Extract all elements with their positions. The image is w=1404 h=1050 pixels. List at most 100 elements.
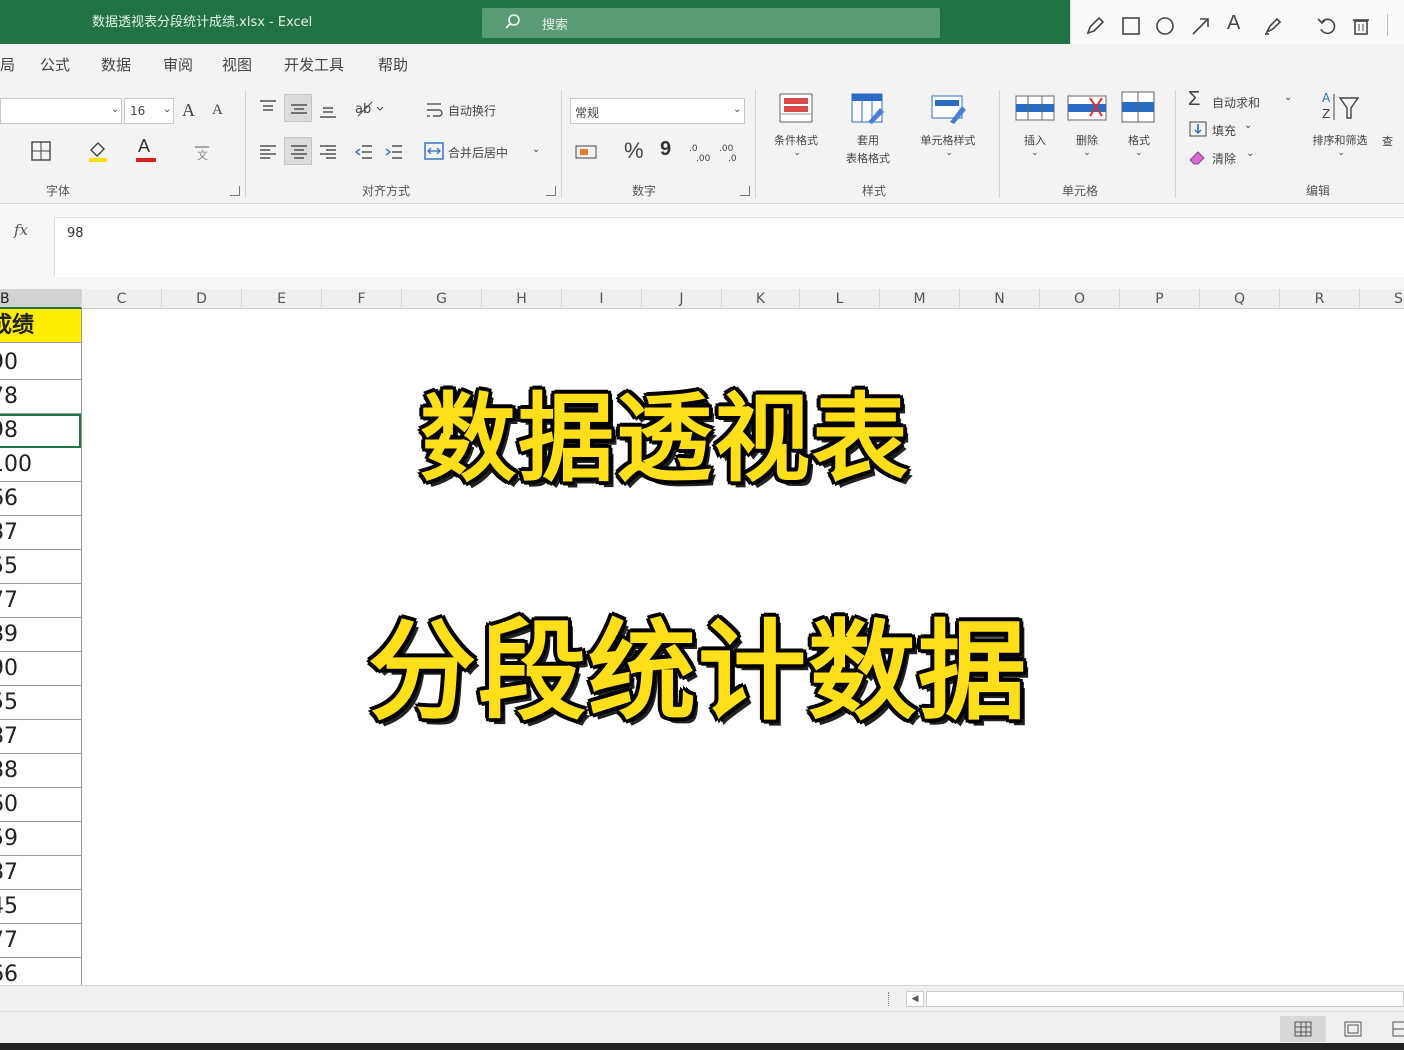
conditional-format-icon[interactable] — [778, 92, 814, 124]
alignment-dialog-launcher[interactable] — [546, 186, 556, 196]
list-item[interactable]: 59 — [0, 822, 81, 856]
list-item[interactable]: 87 — [0, 856, 81, 890]
wrap-text-button[interactable]: 自动换行 — [448, 102, 496, 119]
decrease-decimal-icon[interactable]: .00.0 — [718, 140, 742, 164]
worksheet-grid[interactable]: 成绩 90 78 98 100 66 87 55 77 89 90 55 87 … — [0, 309, 1404, 992]
column-header[interactable]: B — [0, 289, 82, 309]
phonetic-icon[interactable]: 文 — [192, 142, 212, 162]
align-top-icon[interactable] — [258, 98, 278, 118]
decrease-indent-icon[interactable] — [354, 142, 374, 162]
fx-icon[interactable]: fx — [14, 221, 28, 239]
formula-input[interactable]: 98 — [54, 217, 1404, 277]
horizontal-scrollbar[interactable] — [926, 991, 1404, 1007]
sort-filter-button[interactable]: 排序和筛选 — [1300, 132, 1380, 148]
align-center-button[interactable] — [284, 137, 312, 165]
tab-view[interactable]: 视图 — [222, 54, 252, 75]
borders-icon[interactable] — [30, 140, 52, 162]
number-format-box[interactable]: 常规 ⌄ — [570, 98, 745, 124]
eraser-icon[interactable] — [1188, 148, 1208, 166]
clear-button[interactable]: 清除 — [1212, 150, 1236, 167]
autosum-button[interactable]: 自动求和 — [1212, 94, 1260, 111]
orientation-icon[interactable]: ab — [354, 98, 384, 118]
column-header[interactable]: Q — [1200, 289, 1280, 309]
normal-view-button[interactable] — [1280, 1016, 1326, 1042]
tab-review[interactable]: 审阅 — [163, 54, 193, 75]
format-as-table-line2[interactable]: 表格格式 — [826, 150, 910, 166]
column-header[interactable]: G — [402, 289, 482, 309]
scroll-left-icon[interactable]: ◀ — [906, 991, 924, 1007]
font-color-icon[interactable]: A — [134, 136, 158, 164]
list-item[interactable]: 87 — [0, 516, 81, 550]
text-icon[interactable]: A — [1227, 12, 1251, 36]
column-header[interactable]: L — [800, 289, 880, 309]
sort-filter-icon[interactable]: AZ — [1318, 88, 1362, 126]
tab-splitter[interactable] — [888, 992, 890, 1006]
page-break-icon[interactable] — [1392, 1021, 1404, 1037]
column-header[interactable]: N — [960, 289, 1040, 309]
tab-developer[interactable]: 开发工具 — [284, 54, 344, 75]
marker-icon[interactable] — [1261, 14, 1285, 38]
fill-down-icon[interactable] — [1188, 120, 1208, 138]
fill-color-icon[interactable] — [86, 138, 110, 164]
insert-cells-icon[interactable] — [1014, 92, 1056, 124]
align-right-icon[interactable] — [318, 142, 338, 162]
arrow-icon[interactable] — [1189, 14, 1213, 38]
column-header[interactable]: K — [722, 289, 800, 309]
fill-button[interactable]: 填充 — [1212, 122, 1236, 139]
merge-center-icon[interactable] — [423, 140, 445, 162]
align-middle-button[interactable] — [284, 94, 312, 122]
find-select-button[interactable]: 查 — [1382, 133, 1393, 149]
list-item[interactable]: 89 — [0, 618, 81, 652]
list-item[interactable]: 55 — [0, 686, 81, 720]
column-header[interactable]: D — [162, 289, 242, 309]
font-dialog-launcher[interactable] — [230, 186, 240, 196]
font-name-box[interactable]: ⌄ — [0, 98, 122, 124]
conditional-format-button[interactable]: 条件格式 — [764, 132, 828, 148]
list-item[interactable]: 100 — [0, 448, 81, 482]
cell-styles-button[interactable]: 单元格样式 — [906, 132, 990, 148]
align-bottom-icon[interactable] — [318, 100, 338, 120]
column-header[interactable]: J — [642, 289, 722, 309]
list-item[interactable]: 90 — [0, 652, 81, 686]
insert-button[interactable]: 插入 — [1010, 132, 1060, 148]
column-b-header-cell[interactable]: 成绩 — [0, 309, 81, 343]
column-header[interactable]: E — [242, 289, 322, 309]
shrink-font-button[interactable]: A — [212, 102, 223, 119]
format-as-table-line1[interactable]: 套用 — [836, 132, 900, 148]
tab-help[interactable]: 帮助 — [378, 54, 408, 75]
number-dialog-launcher[interactable] — [740, 186, 750, 196]
list-item[interactable]: 87 — [0, 720, 81, 754]
rectangle-icon[interactable] — [1119, 14, 1143, 38]
increase-indent-icon[interactable] — [384, 142, 404, 162]
currency-icon[interactable] — [574, 142, 600, 162]
column-header[interactable]: M — [880, 289, 960, 309]
comma-button[interactable]: 9 — [660, 138, 671, 161]
list-item[interactable]: 78 — [0, 380, 81, 414]
list-item[interactable]: 66 — [0, 482, 81, 516]
column-header[interactable]: I — [562, 289, 642, 309]
column-header[interactable]: P — [1120, 289, 1200, 309]
column-header[interactable]: S — [1360, 289, 1404, 309]
font-size-box[interactable]: 16 ⌄ — [124, 98, 174, 124]
circle-icon[interactable] — [1153, 14, 1177, 38]
list-item[interactable]: 88 — [0, 754, 81, 788]
format-button[interactable]: 格式 — [1114, 132, 1164, 148]
percent-button[interactable]: % — [624, 138, 644, 164]
grow-font-button[interactable]: A — [182, 100, 195, 121]
active-cell[interactable]: 98 — [0, 414, 81, 448]
merge-center-button[interactable]: 合并后居中 — [448, 144, 508, 161]
tab-formulas[interactable]: 公式 — [40, 54, 70, 75]
pencil-icon[interactable] — [1083, 14, 1107, 38]
delete-cells-icon[interactable] — [1066, 92, 1108, 124]
column-header[interactable]: O — [1040, 289, 1120, 309]
delete-button[interactable]: 删除 — [1062, 132, 1112, 148]
search-box[interactable]: 搜索 — [482, 8, 940, 38]
column-header[interactable]: F — [322, 289, 402, 309]
column-header[interactable]: H — [482, 289, 562, 309]
list-item[interactable]: 77 — [0, 584, 81, 618]
increase-decimal-icon[interactable]: .0.00 — [688, 140, 712, 164]
undo-icon[interactable] — [1315, 14, 1339, 38]
list-item[interactable]: 90 — [0, 346, 81, 380]
cell-styles-icon[interactable] — [930, 92, 968, 126]
list-item[interactable]: 45 — [0, 890, 81, 924]
